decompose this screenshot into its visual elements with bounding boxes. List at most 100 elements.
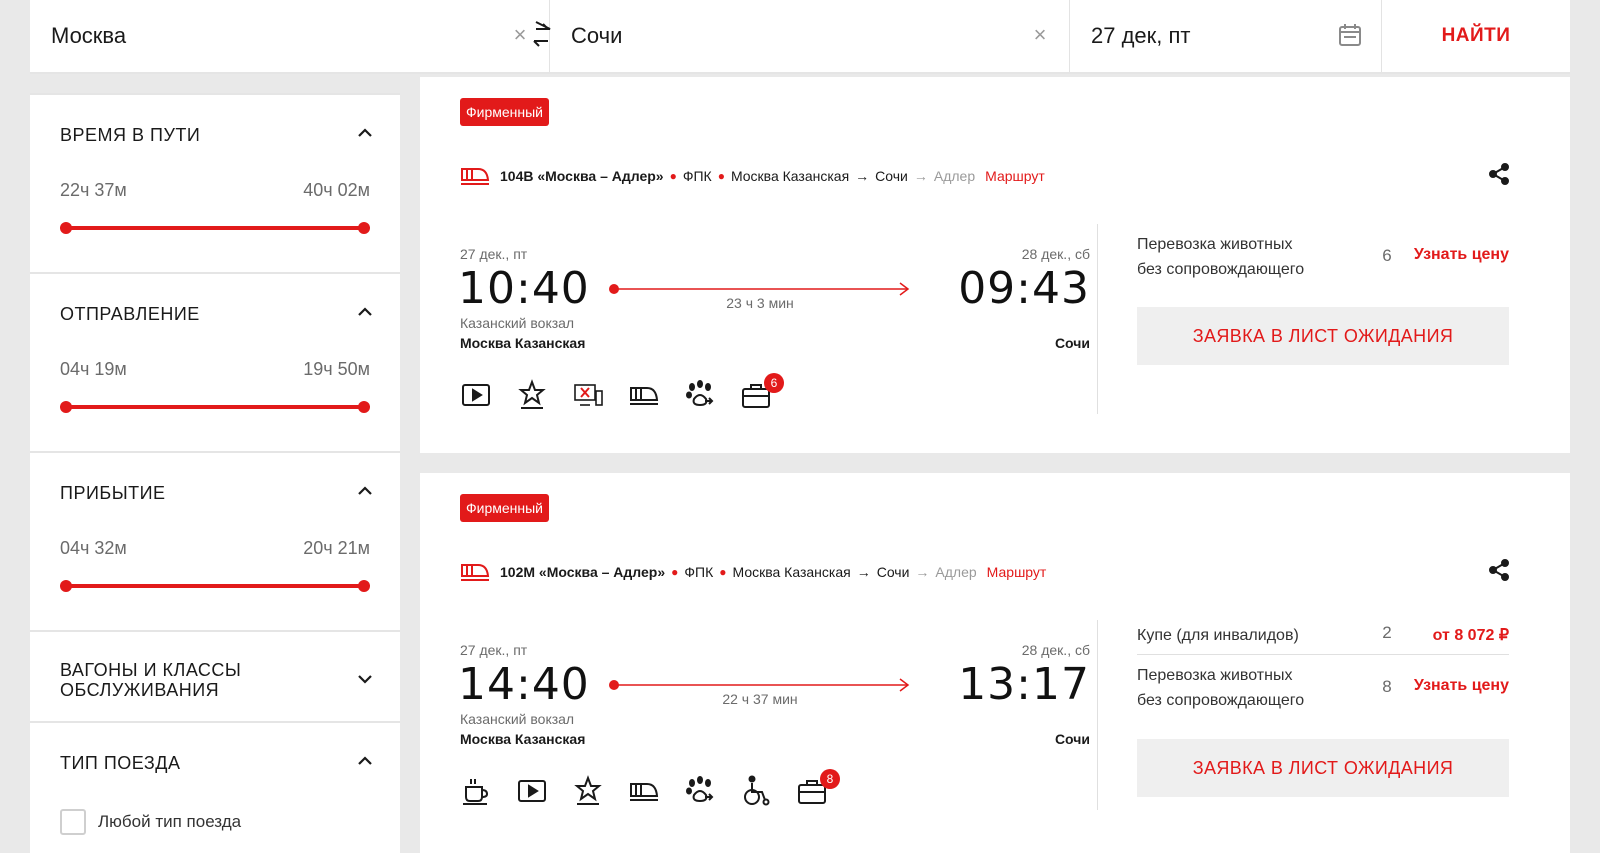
train-info-line: 102М «Москва – Адлер» ● ФПК ● Москва Каз…: [460, 561, 1046, 583]
departure-date: 27 дек., пт: [460, 246, 528, 262]
clear-to-icon[interactable]: ×: [1029, 24, 1051, 46]
seat-option-row[interactable]: Перевозка животных без сопровождающего 8…: [1137, 663, 1509, 715]
price-link[interactable]: Узнать цену: [1414, 246, 1509, 264]
share-icon[interactable]: [1488, 559, 1510, 581]
filter-title: ВРЕМЯ В ПУТИ: [60, 125, 201, 145]
seat-option-row[interactable]: Купе (для инвалидов) 2 от 8 072 ₽: [1137, 623, 1509, 651]
slider-handle-min[interactable]: [60, 401, 72, 413]
swap-icon[interactable]: [530, 20, 554, 50]
find-button[interactable]: НАЙТИ: [1382, 0, 1570, 72]
chevron-up-icon[interactable]: [358, 128, 372, 138]
baggage-icon[interactable]: 6: [740, 373, 784, 411]
range-slider[interactable]: [60, 401, 370, 413]
calendar-icon[interactable]: [1337, 22, 1363, 48]
checkbox-label: Любой тип поезда: [98, 812, 242, 831]
video-icon[interactable]: [460, 379, 492, 411]
filter-title: ВАГОНЫ И КЛАССЫ ОБСЛУЖИВАНИЯ: [60, 660, 241, 700]
arrival-time: 13:17: [958, 659, 1090, 710]
seat-type-line: без сопровождающего: [1137, 261, 1305, 278]
baggage-count-badge: 8: [820, 769, 840, 789]
price-link[interactable]: от 8 072 ₽: [1433, 625, 1509, 645]
seat-type-line: Перевозка животных: [1137, 667, 1293, 684]
to-field[interactable]: Сочи ×: [550, 0, 1070, 72]
carrier: ФПК: [684, 564, 714, 580]
train-name: 102М «Москва – Адлер»: [500, 564, 666, 580]
route-to: Сочи: [876, 564, 910, 580]
seat-type-line: без сопровождающего: [1137, 692, 1305, 709]
chevron-up-icon[interactable]: [358, 756, 372, 766]
train-info-line: 104В «Москва – Адлер» ● ФПК ● Москва Каз…: [460, 165, 1045, 187]
arrow-right-icon: →: [913, 168, 928, 184]
separator-dot: ●: [719, 565, 727, 579]
waitlist-button[interactable]: ЗАЯВКА В ЛИСТ ОЖИДАНИЯ: [1137, 307, 1509, 365]
filters-sidebar: ВРЕМЯ В ПУТИ 22ч 37м 40ч 02м ОТПРАВЛЕНИЕ…: [30, 93, 400, 853]
departure-station-sub: Казанский вокзал: [460, 711, 575, 727]
arrival-station: Сочи: [1054, 335, 1090, 351]
to-input[interactable]: Сочи: [571, 23, 622, 49]
departure-station-sub: Казанский вокзал: [460, 315, 575, 331]
pets-icon[interactable]: [684, 379, 716, 411]
any-train-type-option[interactable]: Любой тип поезда: [60, 809, 241, 835]
from-input[interactable]: Москва: [51, 23, 126, 49]
share-icon[interactable]: [1488, 163, 1510, 185]
seat-count: 8: [1382, 677, 1392, 696]
star-service-icon[interactable]: [516, 379, 548, 411]
route-link[interactable]: Маршрут: [987, 564, 1047, 580]
seat-option-row[interactable]: Перевозка животных без сопровождающего 6…: [1137, 232, 1509, 284]
price-link[interactable]: Узнать цену: [1414, 677, 1509, 695]
date-field[interactable]: 27 дек, пт: [1070, 0, 1382, 72]
arrival-date: 28 дек., сб: [1021, 642, 1090, 658]
train-card: Фирменный 102М «Москва – Адлер» ● ФПК ● …: [420, 473, 1570, 853]
checkbox[interactable]: [60, 809, 86, 835]
card-divider: [1097, 224, 1098, 414]
arrow-right-icon: →: [915, 564, 930, 580]
range-max-label: 19ч 50м: [303, 359, 370, 379]
slider-handle-max[interactable]: [358, 401, 370, 413]
range-slider[interactable]: [60, 222, 370, 234]
range-slider[interactable]: [60, 580, 370, 592]
route-from: Москва Казанская: [730, 168, 850, 184]
slider-handle-max[interactable]: [358, 580, 370, 592]
seat-type-line: Перевозка животных: [1137, 236, 1293, 253]
video-icon[interactable]: [516, 775, 548, 807]
date-input[interactable]: 27 дек, пт: [1091, 23, 1191, 49]
filter-title: ТИП ПОЕЗДА: [60, 753, 181, 773]
no-tv-icon[interactable]: [572, 379, 604, 411]
range-min-label: 22ч 37м: [60, 180, 127, 200]
train-class-icon[interactable]: [628, 775, 660, 807]
route-end: Адлер: [935, 564, 977, 580]
travel-duration: 22 ч 37 мин: [722, 691, 798, 707]
from-field[interactable]: Москва ×: [30, 0, 550, 72]
star-service-icon[interactable]: [572, 775, 604, 807]
row-divider: [1137, 654, 1509, 655]
filter-title: ОТПРАВЛЕНИЕ: [60, 304, 200, 324]
arrow-right-icon: →: [856, 564, 871, 580]
slider-handle-min[interactable]: [60, 222, 72, 234]
filter-wagons[interactable]: ВАГОНЫ И КЛАССЫ ОБСЛУЖИВАНИЯ: [30, 632, 400, 723]
range-min-label: 04ч 19м: [60, 359, 127, 379]
wheelchair-icon[interactable]: [740, 775, 772, 807]
route-link[interactable]: Маршрут: [985, 168, 1045, 184]
clear-from-icon[interactable]: ×: [509, 24, 531, 46]
waitlist-button[interactable]: ЗАЯВКА В ЛИСТ ОЖИДАНИЯ: [1137, 739, 1509, 797]
card-divider: [1097, 620, 1098, 810]
baggage-icon[interactable]: 8: [796, 769, 840, 807]
train-class-icon[interactable]: [628, 379, 660, 411]
route-from: Москва Казанская: [732, 564, 851, 580]
branded-badge: Фирменный: [460, 494, 550, 522]
travel-duration: 23 ч 3 мин: [726, 295, 794, 311]
slider-handle-min[interactable]: [60, 580, 72, 592]
slider-handle-max[interactable]: [358, 222, 370, 234]
seat-count: 2: [1382, 623, 1392, 642]
chevron-up-icon[interactable]: [358, 307, 372, 317]
separator-dot: ●: [717, 169, 725, 183]
chevron-down-icon[interactable]: [358, 674, 372, 684]
departure-time: 10:40: [458, 263, 590, 314]
pets-icon[interactable]: [684, 775, 716, 807]
seat-type-name: Перевозка животных без сопровождающего: [1137, 232, 1347, 282]
filter-arrival: ПРИБЫТИЕ 04ч 32м 20ч 21м: [30, 453, 400, 632]
chevron-up-icon[interactable]: [358, 486, 372, 496]
baggage-count-badge: 6: [764, 373, 784, 393]
food-icon[interactable]: [460, 775, 492, 807]
departure-date: 27 дек., пт: [460, 642, 528, 658]
